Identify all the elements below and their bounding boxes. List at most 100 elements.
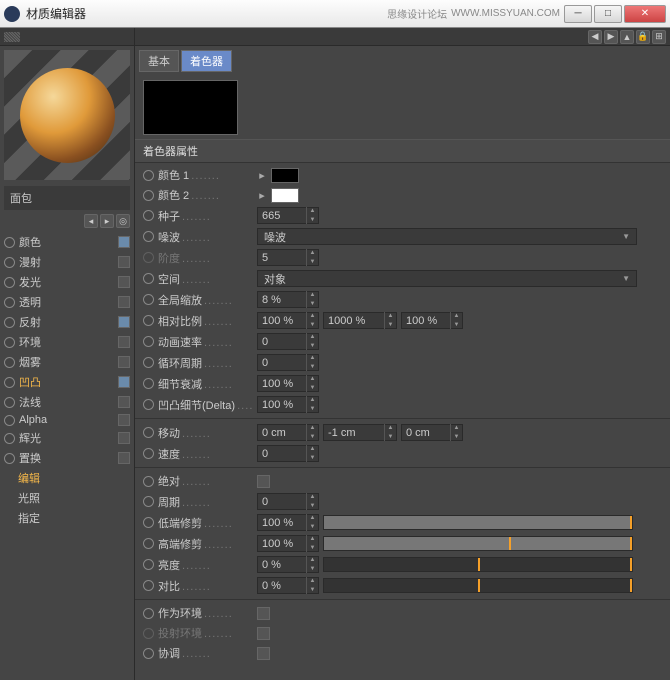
shader-preview[interactable]: [143, 80, 238, 135]
prop-radio[interactable]: [143, 336, 154, 347]
hdr-up-icon[interactable]: ▲: [620, 30, 634, 44]
prop-radio[interactable]: [143, 231, 154, 242]
channel-checkbox[interactable]: [118, 256, 130, 268]
channel-checkbox[interactable]: [118, 414, 130, 426]
prop-radio[interactable]: [143, 210, 154, 221]
channel-label[interactable]: 法线: [19, 394, 114, 410]
channel-checkbox[interactable]: [118, 276, 130, 288]
channel-checkbox[interactable]: [118, 356, 130, 368]
number-input[interactable]: ▲▼: [257, 424, 319, 441]
prop-radio[interactable]: [143, 580, 154, 591]
prop-radio[interactable]: [143, 357, 154, 368]
slider-bar[interactable]: [323, 557, 633, 572]
prop-radio[interactable]: [143, 608, 154, 619]
number-input[interactable]: ▲▼: [257, 445, 319, 462]
prop-radio[interactable]: [143, 294, 154, 305]
prop-radio[interactable]: [143, 273, 154, 284]
channel-checkbox[interactable]: [118, 452, 130, 464]
prop-radio[interactable]: [143, 427, 154, 438]
channel-checkbox[interactable]: [118, 316, 130, 328]
number-input[interactable]: ▲▼: [323, 424, 397, 441]
channel-radio[interactable]: [4, 317, 15, 328]
maximize-button[interactable]: □: [594, 5, 622, 23]
channel-radio[interactable]: [4, 277, 15, 288]
channel-checkbox[interactable]: [118, 432, 130, 444]
prop-radio[interactable]: [143, 448, 154, 459]
number-input[interactable]: ▲▼: [257, 556, 319, 573]
channel-label[interactable]: 置换: [19, 450, 114, 466]
close-button[interactable]: ✕: [624, 5, 666, 23]
absolute-checkbox[interactable]: [257, 475, 270, 488]
channel-label[interactable]: 透明: [19, 294, 114, 310]
material-preview[interactable]: [4, 50, 130, 180]
noise-combo[interactable]: 噪波▼: [257, 228, 637, 245]
number-input[interactable]: ▲▼: [257, 493, 319, 510]
subitem-label[interactable]: 指定: [18, 510, 130, 526]
prop-radio[interactable]: [143, 517, 154, 528]
nav-prev-icon[interactable]: ◂: [84, 214, 98, 228]
number-input[interactable]: ▲▼: [257, 375, 319, 392]
channel-label[interactable]: 烟雾: [19, 354, 114, 370]
prop-radio[interactable]: [143, 252, 154, 263]
hdr-lock-icon[interactable]: 🔒: [636, 30, 650, 44]
hdr-next-icon[interactable]: ▶: [604, 30, 618, 44]
number-input[interactable]: ▲▼: [401, 312, 463, 329]
prop-radio[interactable]: [143, 399, 154, 410]
channel-radio[interactable]: [4, 357, 15, 368]
prop-radio[interactable]: [143, 628, 154, 639]
channel-radio[interactable]: [4, 297, 15, 308]
subitem-label[interactable]: 编辑: [18, 470, 130, 486]
channel-label[interactable]: Alpha: [19, 414, 114, 426]
slider-bar[interactable]: [323, 515, 633, 530]
prop-radio[interactable]: [143, 315, 154, 326]
channel-radio[interactable]: [4, 237, 15, 248]
projenv-checkbox[interactable]: [257, 627, 270, 640]
prop-radio[interactable]: [143, 476, 154, 487]
prop-radio[interactable]: [143, 538, 154, 549]
channel-radio[interactable]: [4, 397, 15, 408]
asenv-checkbox[interactable]: [257, 607, 270, 620]
number-input[interactable]: ▲▼: [257, 333, 319, 350]
channel-checkbox[interactable]: [118, 376, 130, 388]
number-input[interactable]: ▲▼: [257, 514, 319, 531]
nav-next-icon[interactable]: ▸: [100, 214, 114, 228]
channel-label[interactable]: 颜色: [19, 234, 114, 250]
number-input[interactable]: ▲▼: [257, 535, 319, 552]
space-combo[interactable]: 对象▼: [257, 270, 637, 287]
number-input[interactable]: ▲▼: [257, 312, 319, 329]
tab-basic[interactable]: 基本: [139, 50, 179, 72]
channel-label[interactable]: 反射: [19, 314, 114, 330]
prop-radio[interactable]: [143, 559, 154, 570]
hdr-prev-icon[interactable]: ◀: [588, 30, 602, 44]
color-swatch[interactable]: [271, 168, 299, 183]
channel-label[interactable]: 发光: [19, 274, 114, 290]
channel-radio[interactable]: [4, 377, 15, 388]
nav-target-icon[interactable]: ◎: [116, 214, 130, 228]
channel-radio[interactable]: [4, 433, 15, 444]
channel-label[interactable]: 凹凸: [19, 374, 114, 390]
prop-radio[interactable]: [143, 378, 154, 389]
channel-checkbox[interactable]: [118, 236, 130, 248]
material-name[interactable]: 面包: [4, 186, 130, 210]
channel-label[interactable]: 环境: [19, 334, 114, 350]
slider-bar[interactable]: [323, 578, 633, 593]
hdr-add-icon[interactable]: ⊞: [652, 30, 666, 44]
channel-label[interactable]: 辉光: [19, 430, 114, 446]
number-input[interactable]: ▲▼: [257, 354, 319, 371]
channel-radio[interactable]: [4, 337, 15, 348]
channel-radio[interactable]: [4, 415, 15, 426]
number-input[interactable]: ▲▼: [257, 396, 319, 413]
channel-label[interactable]: 漫射: [19, 254, 114, 270]
channel-radio[interactable]: [4, 257, 15, 268]
prop-radio[interactable]: [143, 190, 154, 201]
number-input[interactable]: ▲▼: [257, 249, 319, 266]
prop-radio[interactable]: [143, 496, 154, 507]
minimize-button[interactable]: ─: [564, 5, 592, 23]
coord-checkbox[interactable]: [257, 647, 270, 660]
channel-checkbox[interactable]: [118, 336, 130, 348]
prop-radio[interactable]: [143, 648, 154, 659]
number-input[interactable]: ▲▼: [257, 207, 319, 224]
number-input[interactable]: ▲▼: [323, 312, 397, 329]
prop-radio[interactable]: [143, 170, 154, 181]
subitem-label[interactable]: 光照: [18, 490, 130, 506]
